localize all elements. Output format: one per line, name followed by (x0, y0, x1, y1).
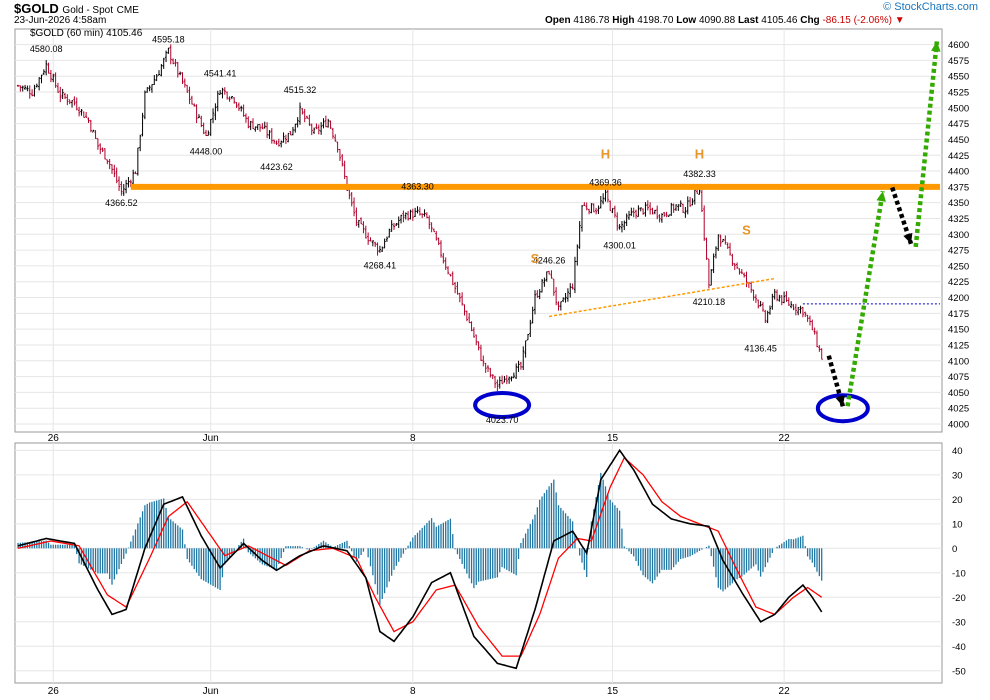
macd-panel: 26 Jun 8 15 22 40 30 20 10 0 -10 -20 -30 -40 -50 (14, 442, 966, 697)
price-low-label: 4300.01 (603, 240, 636, 250)
macd-y-tick: 0 (952, 544, 957, 555)
price-panel-frame (14, 28, 943, 433)
price-y-tick: 4200 (948, 293, 969, 304)
pattern-label: S (742, 222, 751, 237)
price-x-tick: 26 (48, 433, 60, 444)
price-y-tick: 4250 (948, 261, 969, 272)
price-x-tick: 22 (779, 433, 791, 444)
price-high-label: 4541.41 (204, 69, 237, 79)
price-y-tick: 4375 (948, 182, 969, 193)
price-y-tick: 4475 (948, 119, 969, 130)
price-y-tick: 4525 (948, 88, 969, 99)
macd-y-tick: 30 (952, 470, 963, 481)
price-y-tick: 4450 (948, 135, 969, 146)
price-x-tick: Jun (203, 433, 219, 444)
price-y-tick: 4325 (948, 214, 969, 225)
macd-x-tick: 15 (607, 686, 619, 697)
price-low-label: 4366.52 (105, 198, 138, 208)
price-high-label: 4363.30 (401, 181, 434, 191)
price-high-label: 4580.08 (30, 44, 63, 54)
pattern-label: H (695, 146, 704, 161)
price-y-tick: 4425 (948, 151, 969, 162)
macd-y-tick: -50 (952, 666, 966, 677)
price-panel: 4000 4025 4050 4075 4100 4125 4150 4175 4200 4225… (14, 28, 969, 444)
chart-canvas: 4000 4025 4050 4075 4100 4125 4150 4175 4200 4225… (14, 28, 969, 697)
price-y-tick: 4175 (948, 309, 969, 320)
price-y-tick: 4150 (948, 325, 969, 336)
legend-text: $GOLD (60 min) 4105.46 (30, 28, 143, 39)
price-low-label: 4136.45 (744, 344, 777, 354)
price-low-label: 4448.00 (190, 147, 223, 157)
price-y-tick: 4550 (948, 72, 969, 83)
pattern-label: S (531, 251, 540, 266)
price-low-label: 4423.62 (260, 162, 293, 172)
pattern-label: H (601, 146, 610, 161)
price-y-tick: 4050 (948, 388, 969, 399)
macd-y-tick: -20 (952, 593, 966, 604)
macd-x-tick: 8 (410, 686, 416, 697)
macd-x-tick: 26 (48, 686, 60, 697)
price-y-tick: 4350 (948, 198, 969, 209)
price-high-label: 4369.36 (589, 177, 622, 187)
macd-y-tick: 10 (952, 519, 963, 530)
macd-y-tick: -30 (952, 617, 966, 628)
price-y-tick: 4125 (948, 340, 969, 351)
price-high-label: 4382.33 (683, 169, 716, 179)
macd-y-tick: 40 (952, 446, 963, 457)
price-low-label: 4023.70 (486, 415, 519, 425)
price-low-label: 4210.18 (693, 297, 726, 307)
macd-x-tick: 22 (779, 686, 791, 697)
price-y-tick: 4075 (948, 372, 969, 383)
macd-y-tick: -10 (952, 568, 966, 579)
price-y-tick: 4100 (948, 356, 969, 367)
price-x-tick: 8 (410, 433, 416, 444)
price-high-label: 4595.18 (152, 35, 185, 45)
price-y-tick: 4500 (948, 103, 969, 114)
price-y-tick: 4400 (948, 167, 969, 178)
price-y-tick: 4225 (948, 277, 969, 288)
price-y-tick: 4575 (948, 56, 969, 67)
price-y-tick: 4275 (948, 246, 969, 257)
price-y-tick: 4025 (948, 404, 969, 415)
price-y-tick: 4300 (948, 230, 969, 241)
price-x-tick: 15 (607, 433, 619, 444)
macd-y-tick: 20 (952, 495, 963, 506)
price-low-label: 4268.41 (364, 260, 397, 270)
macd-x-tick: Jun (203, 686, 219, 697)
price-high-label: 4515.32 (284, 85, 317, 95)
macd-y-tick: -40 (952, 642, 966, 653)
price-y-tick: 4600 (948, 40, 969, 51)
price-y-tick: 4000 (948, 420, 969, 431)
